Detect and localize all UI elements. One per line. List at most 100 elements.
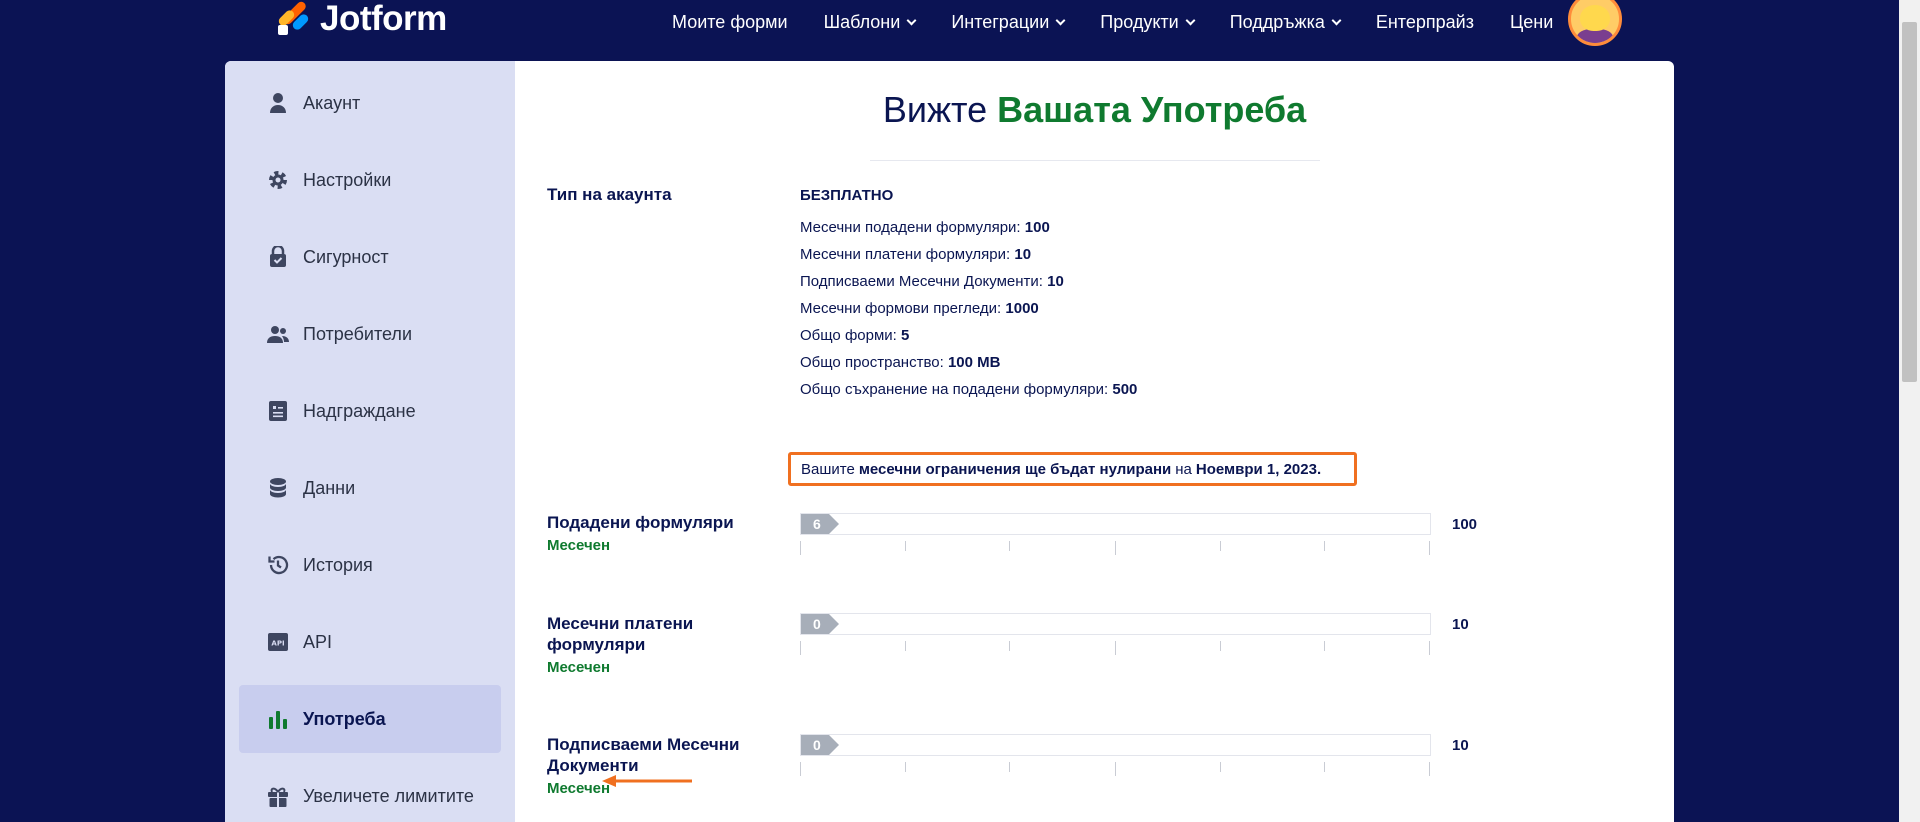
nav-integrations[interactable]: Интеграции [951,12,1066,33]
plan-limit-line: Месечни формови прегледи: 1000 [800,300,1039,317]
usage-progress-fill: 0 [801,735,839,755]
jotform-logo-icon [276,0,311,37]
plan-limit-line: Общо пространство: 100 MB [800,354,1001,371]
sidebar-item-label: Увеличете лимитите [303,785,474,806]
page-scrollbar[interactable] [1899,0,1920,822]
sidebar-item-upgrade[interactable]: Надграждане [239,377,501,445]
sidebar-item-label: Надграждане [303,400,416,421]
user-avatar[interactable] [1568,0,1622,46]
usage-limit: 10 [1452,616,1469,633]
scrollbar-thumb[interactable] [1902,22,1917,382]
annotation-arrow-icon [602,775,692,787]
usage-progress-bar: 0 [800,613,1431,635]
svg-text:API: API [271,640,284,648]
sidebar-item-account[interactable]: Акаунт [239,69,501,137]
upgrade-icon [267,400,289,422]
usage-progress-bar: 6 [800,513,1431,535]
notice-prefix: Вашите [801,460,855,478]
sidebar-item-label: История [303,554,373,575]
page-title-part1: Вижте [882,89,988,130]
sidebar-item-history[interactable]: История [239,531,501,599]
notice-bold1: месечни ограничения ще бъдат нулирани [858,460,1172,478]
sidebar-item-usage[interactable]: Употреба [239,685,501,753]
jotform-logo[interactable]: Jotform [276,0,447,38]
nav-label: Моите форми [672,11,788,32]
avatar-face [1580,5,1610,31]
nav-label: Цени [1509,11,1554,32]
usage-tick [905,762,906,772]
page-title: Вижте Вашата Употреба [515,89,1674,131]
usage-tick [1115,541,1116,555]
nav-templates[interactable]: Шаблони [824,12,917,33]
nav-enterprise[interactable]: Ентерпрайз [1376,12,1474,33]
usage-tick [1009,541,1010,551]
usage-tick [1324,541,1325,551]
notice-middle: на [1175,460,1192,478]
usage-tick [800,541,801,555]
usage-ticks [800,541,1431,555]
settings-card: Акаунт Настройки Сигурност Потребители Н… [225,61,1674,822]
usage-content: Вижте Вашата Употреба Тип на акаунта БЕЗ… [515,61,1674,822]
usage-tick [1220,541,1221,551]
database-icon [267,477,289,499]
usage-tick [905,641,906,651]
nav-support[interactable]: Поддръжка [1229,11,1342,33]
sidebar-item-settings[interactable]: Настройки [239,146,501,214]
usage-tick [1429,641,1430,655]
usage-tick [1009,762,1010,772]
usage-tick [1115,641,1116,655]
nav-pricing[interactable]: Цени [1510,12,1553,33]
usage-progress-fill: 0 [801,614,839,634]
usage-progress-bar: 0 [800,734,1431,756]
usage-period: Месечен [547,780,611,797]
top-navigation-bar: Jotform Моите форми Шаблони Интеграции П… [0,0,1899,58]
usage-tick [1324,762,1325,772]
notice-date: Ноември 1, 2023. [1195,460,1322,478]
sidebar-item-increase-limits[interactable]: Увеличете лимитите [239,762,501,822]
sidebar-item-label: Потребители [303,323,412,344]
main-nav: Моите форми Шаблони Интеграции Продукти … [672,0,1589,44]
usage-tick [800,762,801,776]
plan-limits-list: Месечни подадени формуляри: 100 Месечни … [800,218,1137,407]
usage-limit: 10 [1452,737,1469,754]
nav-label: Поддръжка [1229,11,1325,32]
usage-label: Месечни платени формуляри [547,614,694,654]
usage-ticks [800,641,1431,655]
page-title-part2: Вашата Употреба [997,89,1307,130]
gear-icon [267,169,289,191]
user-icon [267,92,289,114]
shield-icon [267,246,289,268]
sidebar-item-label: Употреба [303,708,386,729]
sidebar-item-label: Данни [303,477,356,498]
sidebar-item-users[interactable]: Потребители [239,300,501,368]
sidebar-item-security[interactable]: Сигурност [239,223,501,291]
account-plan: БЕЗПЛАТНО [800,187,894,204]
usage-limit: 100 [1452,516,1478,533]
nav-products[interactable]: Продукти [1100,11,1196,33]
usage-tick [1324,641,1325,651]
plan-limit-line: Подписваеми Месечни Документи: 10 [800,273,1064,290]
chevron-down-icon [906,15,917,25]
usage-tick [1220,641,1221,651]
sidebar-item-api[interactable]: API API [239,608,501,676]
usage-tick [1429,541,1430,555]
plan-limit-line: Месечни подадени формуляри: 100 [800,219,1050,236]
users-icon [267,323,289,345]
chevron-down-icon [1185,15,1196,25]
usage-ticks [800,762,1431,776]
sidebar-item-data[interactable]: Данни [239,454,501,522]
usage-tick [1429,762,1430,776]
chevron-down-icon [1331,15,1342,25]
nav-label: Продукти [1100,11,1179,32]
usage-period: Месечен [547,537,611,554]
usage-label: Подписваеми Месечни Документи [547,735,740,775]
nav-label: Ентерпрайз [1375,11,1474,32]
usage-label: Подадени формуляри [547,513,734,532]
reset-notice: Вашите месечни ограничения ще бъдат нули… [788,452,1357,486]
usage-tick [1009,641,1010,651]
nav-my-forms[interactable]: Моите форми [672,12,788,33]
sidebar-item-label: Акаунт [303,92,361,113]
sidebar-item-label: Настройки [303,169,392,190]
history-icon [267,554,289,576]
usage-tick [905,541,906,551]
